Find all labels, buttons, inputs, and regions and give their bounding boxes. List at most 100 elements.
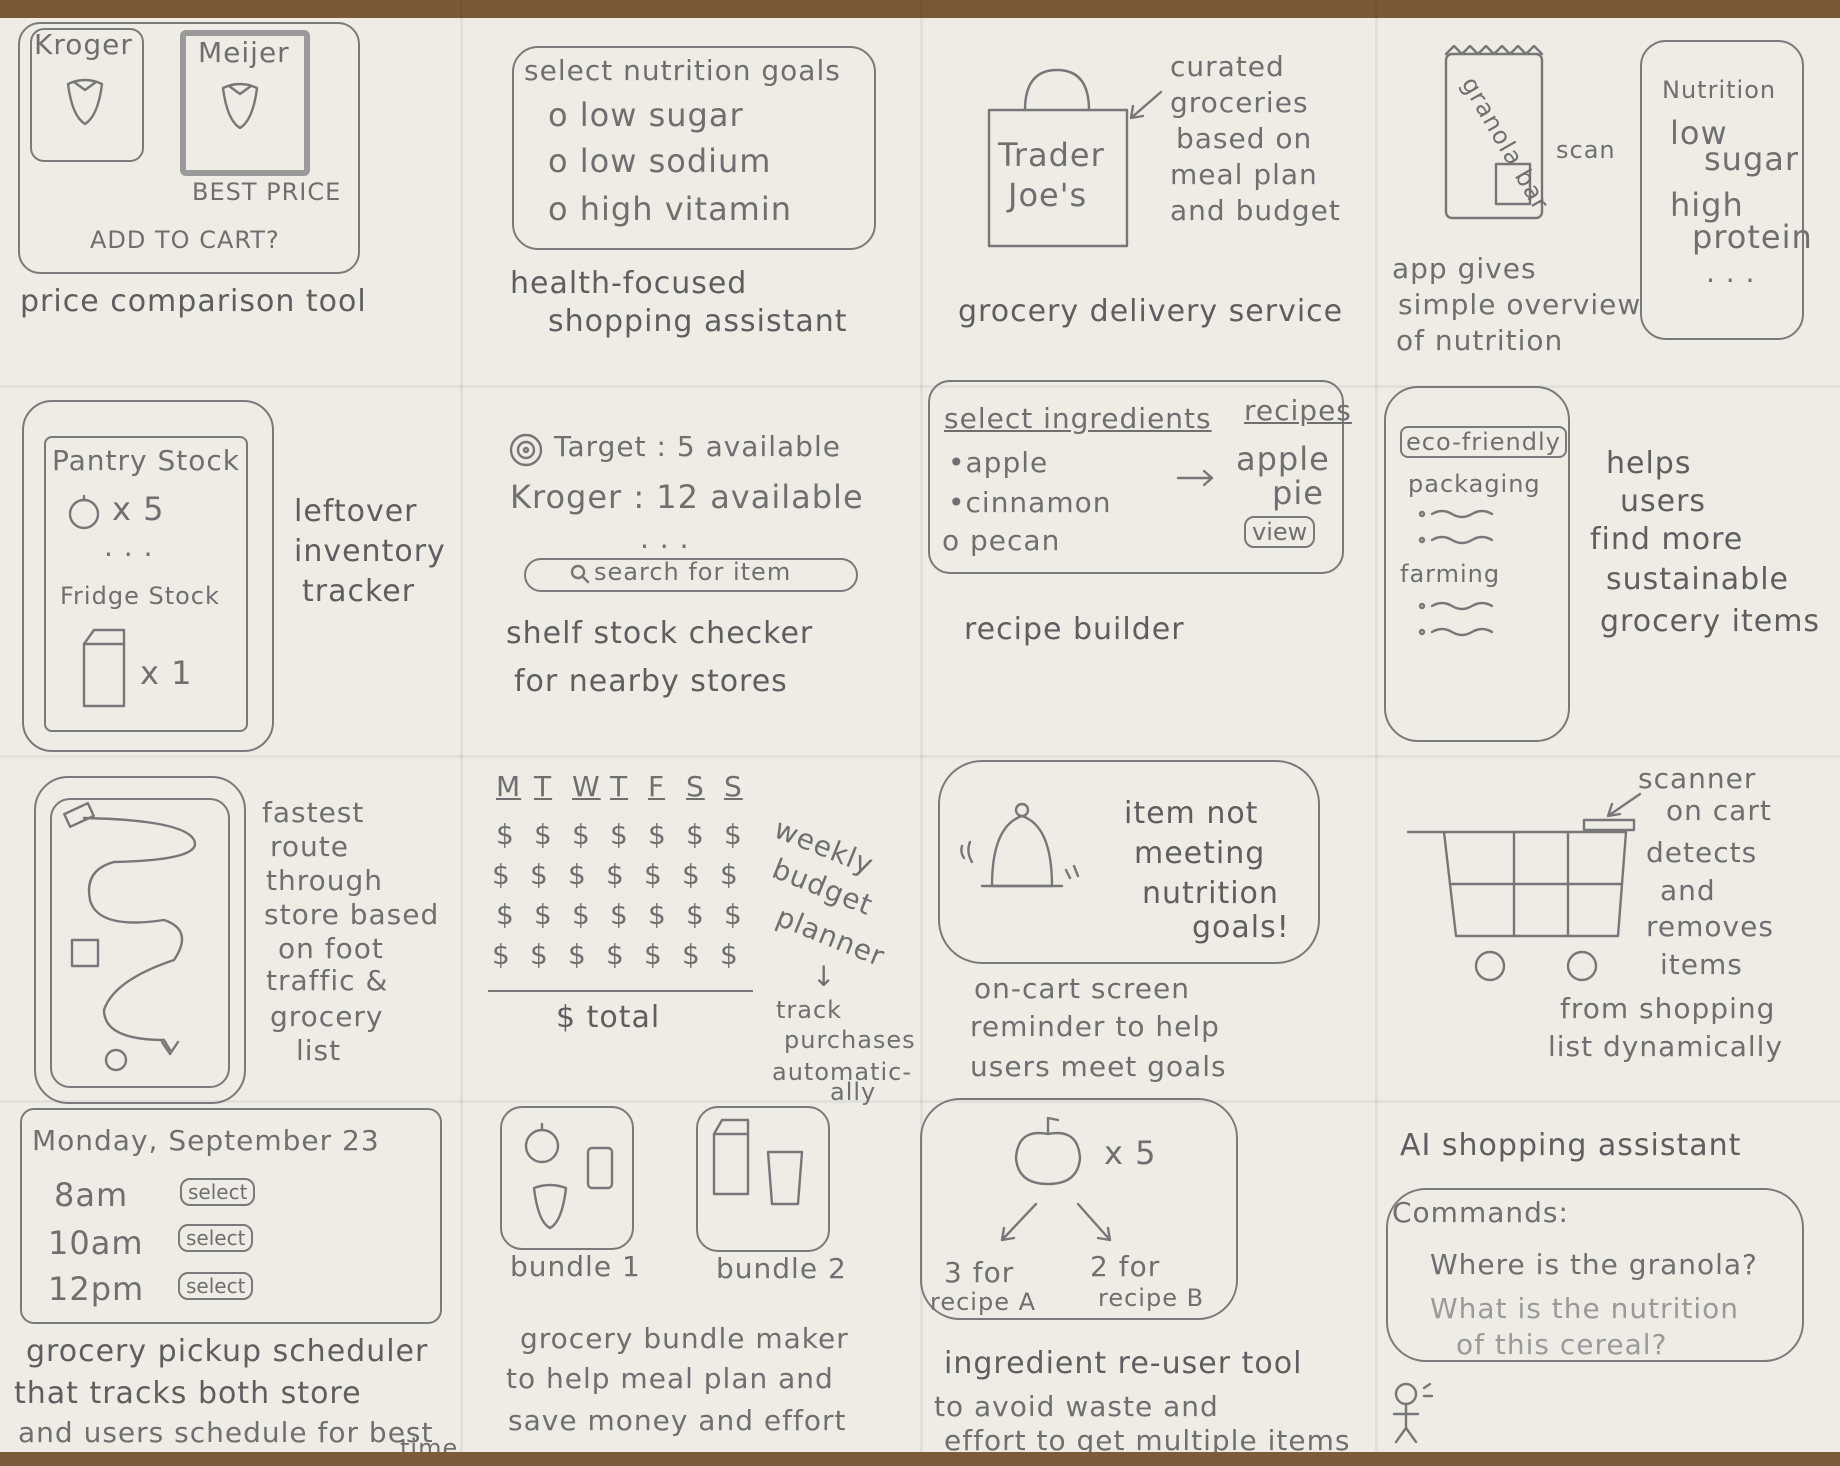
best-price-badge: BEST PRICE [192,178,342,206]
caption-route: fastest [262,796,365,829]
caption-bundle: to help meal plan and [506,1362,834,1395]
strawberry-icon [66,78,104,126]
cart-scanner-label: scanner [1638,762,1757,795]
pantry-title: Pantry Stock [52,444,240,477]
ingredient-option[interactable]: •apple [948,446,1048,479]
budget-cell[interactable]: $ [572,898,591,931]
caption-cart: and [1660,874,1716,907]
ingredient-option[interactable]: •cinnamon [948,486,1112,519]
arrow-icon [1606,792,1642,818]
arrow-icon [1129,90,1163,120]
caption-route: list [296,1034,342,1067]
caption-reuse: to avoid waste and [934,1390,1219,1423]
caption-health-1: health-focused [510,266,748,301]
select-slot-button[interactable]: select [180,1178,256,1206]
caption-pantry: leftover [294,494,418,529]
budget-cell[interactable]: $ [720,938,739,971]
caption-route: grocery [270,1000,384,1033]
budget-cell[interactable]: $ [606,858,625,891]
caption-reminder: reminder to help [970,1010,1220,1043]
delivery-note: curated [1170,50,1285,83]
bundle-2-items [712,1118,804,1206]
caption-delivery: grocery delivery service [958,294,1344,329]
fold-line [0,385,1840,388]
caption-pickup: grocery pickup scheduler [26,1334,429,1369]
add-to-cart-prompt[interactable]: ADD TO CART? [90,226,280,254]
caption-bundle: save money and effort [508,1404,847,1437]
command-question: Where is the granola? [1430,1248,1758,1281]
select-slot-button[interactable]: select [178,1272,254,1300]
caption-route: store based [264,898,440,931]
budget-cell[interactable]: $ [496,818,515,851]
budget-cell[interactable]: $ [610,898,629,931]
budget-cell[interactable]: $ [610,818,629,851]
delivery-note: groceries [1170,86,1309,119]
budget-cell[interactable]: $ [606,938,625,971]
reminder-message: item not [1124,796,1259,831]
view-recipe-button[interactable]: view [1244,516,1316,548]
command-question: of this cereal? [1456,1328,1668,1361]
goal-option[interactable]: o high vitamin [548,190,792,228]
bell-icon [960,802,1080,888]
budget-cell[interactable]: $ [496,898,515,931]
goal-option[interactable]: o low sodium [548,142,771,180]
budget-cell[interactable]: $ [686,898,705,931]
budget-divider [488,990,753,992]
caption-recipe: recipe builder [964,612,1185,647]
delivery-note: based on [1176,122,1313,155]
track-label: ally [830,1078,877,1106]
caption-cart: items [1660,948,1743,981]
fold-line [0,755,1840,758]
reminder-message: goals! [1192,910,1290,945]
eco-list-squiggles [1418,601,1494,637]
shopping-cart-icon [1406,818,1636,982]
budget-day-header: M [496,770,522,803]
apple-icon [1014,1116,1082,1186]
caption-eco: helps [1606,446,1692,481]
select-slot-button[interactable]: select [178,1224,254,1252]
caption-reuse: ingredient re-user tool [944,1346,1303,1381]
fold-line [0,1100,1840,1103]
recipe-heading: select ingredients [944,402,1212,435]
budget-cell[interactable]: $ [644,858,663,891]
store-name-kroger: Kroger [34,28,133,61]
caption-cart: from shopping [1560,992,1776,1025]
budget-cell[interactable]: $ [534,898,553,931]
caption-reminder: on-cart screen [974,972,1191,1005]
phone-title: Nutrition [1662,76,1777,104]
goal-option[interactable]: o low sugar [548,96,744,134]
budget-cell[interactable]: $ [682,858,701,891]
cart-scanner-label: on cart [1666,794,1772,827]
ingredient-option[interactable]: o pecan [942,524,1060,557]
pantry-dots: . . . [104,530,154,563]
budget-day-header: S [686,770,705,803]
reuse-split: recipe A [930,1288,1037,1316]
budget-cell[interactable]: $ [568,858,587,891]
budget-cell[interactable]: $ [724,898,743,931]
caption-health-2: shopping assistant [548,304,848,339]
user-speaking-icon [1392,1382,1434,1444]
budget-cell[interactable]: $ [534,818,553,851]
budget-cell[interactable]: $ [568,938,587,971]
budget-cell[interactable]: $ [720,858,739,891]
budget-cell[interactable]: $ [686,818,705,851]
budget-cell[interactable]: $ [572,818,591,851]
caption-cart: removes [1646,910,1774,943]
bundle-1-items [524,1122,614,1230]
budget-cell[interactable]: $ [682,938,701,971]
budget-cell[interactable]: $ [492,858,511,891]
budget-cell[interactable]: $ [530,858,549,891]
budget-cell[interactable]: $ [648,898,667,931]
track-label: purchases [784,1026,916,1054]
fold-line [1375,0,1378,1466]
fridge-title: Fridge Stock [60,582,220,610]
budget-cell[interactable]: $ [648,818,667,851]
pickup-date: Monday, September 23 [32,1124,380,1157]
budget-cell[interactable]: $ [644,938,663,971]
arrow-right-icon [1176,469,1214,487]
budget-cell[interactable]: $ [724,818,743,851]
budget-cell[interactable]: $ [492,938,511,971]
budget-cell[interactable]: $ [530,938,549,971]
pickup-slot: 10am [48,1224,144,1262]
eco-section: packaging [1408,470,1541,498]
